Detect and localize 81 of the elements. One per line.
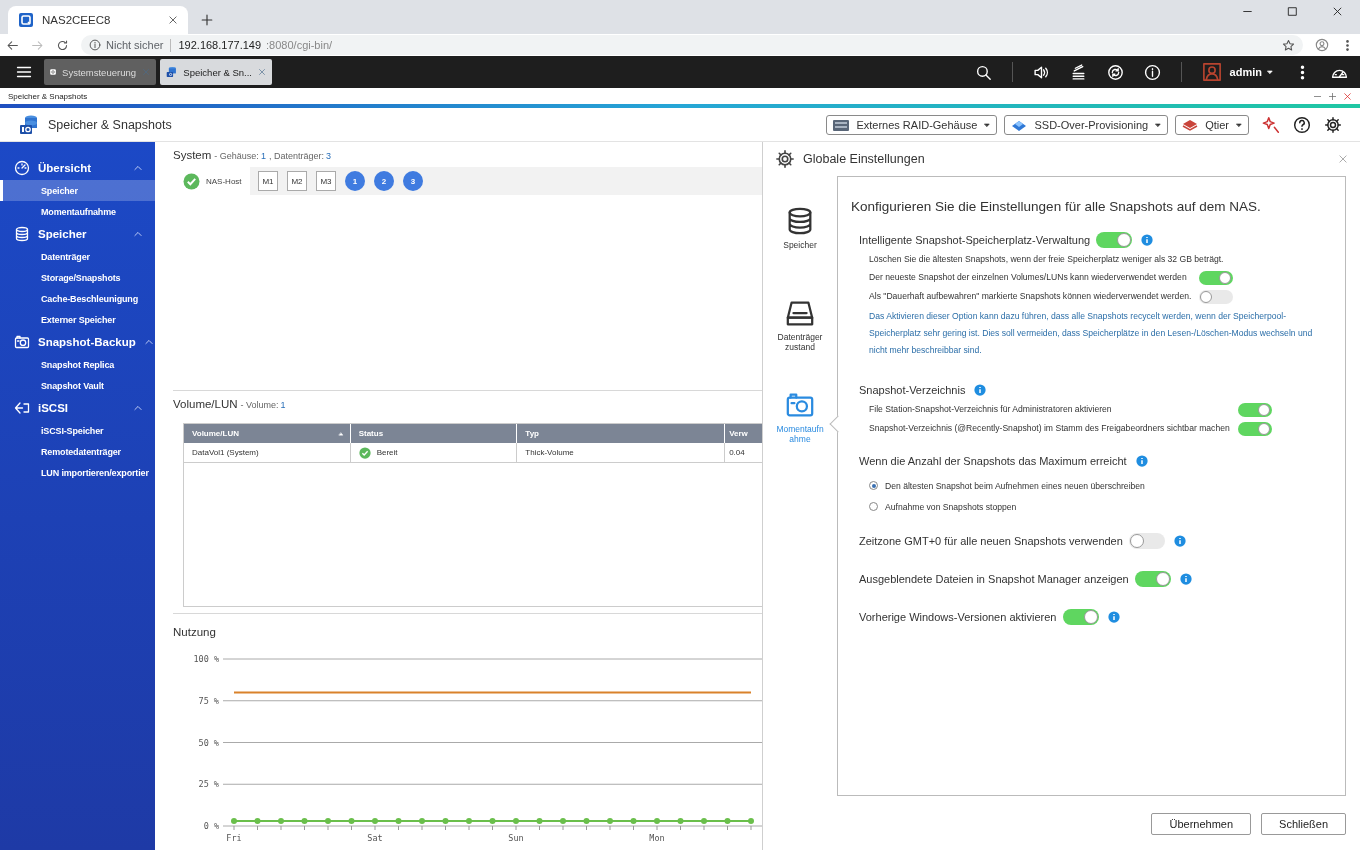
sidebar-group[interactable]: iSCSI — [0, 396, 155, 420]
setting-label: Der neueste Snapshot der einzelnen Volumes/LUNs kann wiederverwendet werden — [869, 271, 1188, 284]
app-title: Speicher & Snapshots — [48, 117, 172, 132]
table-cell: 0.04 — [725, 443, 762, 463]
table-cell: Thick-Volume — [517, 443, 726, 463]
sidebar-group[interactable]: Speicher — [0, 222, 155, 246]
summary-label: - Gehäuse: — [214, 151, 259, 161]
column-header[interactable]: Volume/LUN — [184, 424, 351, 443]
panel-title: Globale Einstellungen — [803, 152, 925, 166]
panel-heading: Konfigurieren Sie die Einstellungen für alle Snapshots auf dem NAS. — [851, 199, 1262, 214]
table-cell: DataVol1 (System) — [184, 443, 351, 463]
slot-tile[interactable]: M3 — [316, 171, 336, 191]
slot-tile[interactable]: M2 — [287, 171, 307, 191]
axis-label: 25 % — [198, 779, 219, 790]
summary-label: - Volume: — [240, 400, 279, 410]
summary-value: 3 — [325, 151, 331, 161]
summary-value: 1 — [260, 151, 266, 161]
sidebar-item[interactable]: Datenträger — [0, 246, 155, 267]
axis-label: 50 % — [198, 737, 219, 748]
sidebar-item[interactable]: Externer Speicher — [0, 309, 155, 330]
sidebar-group[interactable]: Übersicht — [0, 156, 155, 180]
section-title: Volume/LUN — [173, 398, 238, 410]
axis-label: Sun — [508, 833, 524, 843]
disk-badge[interactable]: 2 — [374, 171, 394, 191]
axis-label: Mon — [649, 833, 665, 843]
setting-label: Wenn die Anzahl der Snapshots das Maximum erreicht — [859, 455, 1127, 467]
disk-badge[interactable]: 3 — [403, 171, 423, 191]
axis-label: Fri — [226, 833, 242, 843]
setting-label: Ausgeblendete Dateien in Snapshot Manager anzeigen — [859, 573, 1129, 585]
column-header[interactable]: Verw — [725, 424, 762, 443]
window-title: Speicher & Snapshots — [8, 91, 88, 101]
url-path: :8080/cgi-bin/ — [266, 39, 333, 51]
summary-value: 1 — [280, 400, 286, 410]
section-title: System — [173, 149, 212, 161]
axis-label: 100 % — [193, 654, 219, 664]
browser-tab-title[interactable]: NAS2CEEC8 — [42, 14, 111, 26]
axis-label: Sat — [367, 833, 383, 843]
column-header[interactable]: Status — [350, 424, 518, 443]
setting-label: Snapshot-Verzeichnis — [859, 384, 966, 396]
dropdown-button[interactable]: Qtier — [1175, 114, 1249, 135]
setting-label: Intelligente Snapshot-Speicherplatz-Verwaltung — [859, 234, 1091, 246]
sidebar-item[interactable]: Remotedatenträger — [0, 441, 155, 462]
dialog-button[interactable]: Schließen — [1261, 813, 1346, 835]
sidebar-item[interactable]: Snapshot Replica — [0, 354, 155, 375]
address-bar[interactable]: Nicht sicher 192.168.177.149 :8080/cgi-bin/ — [81, 35, 1303, 55]
setting-label: File Station-Snapshot-Verzeichnis für Administratoren aktivieren — [869, 403, 1113, 416]
sidebar-item[interactable]: Cache-Beschleunigung — [0, 288, 155, 309]
setting-label: Zeitzone GMT+0 für alle neuen Snapshots verwenden — [859, 535, 1123, 547]
sidebar-group[interactable]: Snapshot-Backup — [0, 330, 155, 354]
sidebar-item[interactable]: Snapshot Vault — [0, 375, 155, 396]
slot-tile[interactable]: M1 — [258, 171, 278, 191]
setting-label: Snapshot-Verzeichnis (@Recently-Snapshot) im Stamm des Freigabeordners sichtbar machen — [869, 422, 1230, 435]
sidebar-item[interactable]: LUN importieren/exportier — [0, 462, 155, 483]
app-tab[interactable]: Speicher & Sn... — [160, 59, 272, 85]
sidebar-item[interactable]: Storage/Snapshots — [0, 267, 155, 288]
host-label: NAS-Host — [206, 176, 242, 186]
app-tab[interactable]: Systemsteuerung — [44, 59, 156, 85]
sidebar-item[interactable]: Momentaufnahme — [0, 201, 155, 222]
setting-label: Als "Dauerhaft aufbewahren" markierte Snapshots können wiederverwendet werden. — [869, 290, 1192, 303]
sidebar-item[interactable]: Speicher — [0, 180, 155, 201]
disk-badge[interactable]: 1 — [345, 171, 365, 191]
summary-label: , Datenträger: — [268, 151, 324, 161]
column-header[interactable]: Typ — [517, 424, 726, 443]
section-title: Nutzung — [173, 625, 217, 638]
url-host: 192.168.177.149 — [178, 39, 262, 51]
warning-note: Das Aktivieren dieser Option kann dazu führen, dass alle Snapshots recycelt werden, wenn der Speicherpool-Speicherplatz sehr gering ist. Dies soll vermeiden, dass Speicherplätze in den Lesen-/Löschen-Modus wechseln und nicht mehr beschreibbar sind. — [868, 310, 1314, 357]
option-label[interactable]: Den ältesten Snapshot beim Aufnehmen eines neuen überschreiben — [885, 480, 1145, 491]
nav-item[interactable]: Datenträger zustand — [763, 298, 837, 390]
dropdown-button[interactable]: Externes RAID-Gehäuse — [826, 114, 998, 135]
dialog-button[interactable]: Übernehmen — [1151, 813, 1252, 835]
axis-label: 75 % — [198, 695, 219, 706]
setting-description: Löschen Sie die ältesten Snapshots, wenn der freie Speicherplatz weniger als 32 GB beträgt. — [869, 253, 1225, 266]
table-cell: Bereit — [376, 448, 398, 457]
option-label[interactable]: Aufnahme von Snapshots stoppen — [885, 501, 1017, 512]
dropdown-button[interactable]: SSD-Over-Provisioning — [1004, 114, 1169, 135]
axis-label: 0 % — [203, 821, 219, 831]
user-name[interactable]: admin — [1229, 66, 1262, 78]
sidebar-item[interactable]: iSCSI-Speicher — [0, 420, 155, 441]
security-label: Nicht sicher — [106, 38, 172, 52]
nav-item[interactable]: Speicher — [763, 206, 837, 298]
setting-label: Vorherige Windows-Versionen aktivieren — [859, 611, 1057, 623]
